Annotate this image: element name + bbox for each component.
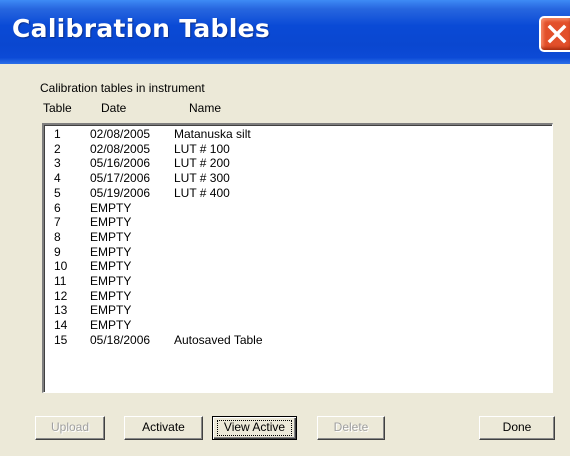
- table-number: 10: [54, 259, 68, 274]
- activate-button[interactable]: Activate: [124, 416, 203, 440]
- table-date: 05/19/2006: [90, 185, 151, 200]
- table-number: 14: [54, 318, 68, 333]
- table-number: 6: [54, 200, 61, 215]
- close-button[interactable]: [539, 16, 570, 52]
- list-item[interactable]: 14 EMPTY: [44, 319, 552, 334]
- list-item[interactable]: 5 05/19/2006 LUT # 400: [44, 185, 552, 202]
- column-header-name: Name: [189, 101, 222, 115]
- table-name: LUT # 100: [174, 141, 230, 156]
- table-number: 7: [54, 215, 61, 230]
- table-date: EMPTY: [90, 288, 132, 303]
- list-item[interactable]: 7 EMPTY: [44, 216, 552, 231]
- table-date: EMPTY: [90, 318, 132, 333]
- done-button[interactable]: Done: [479, 416, 555, 440]
- table-name: Autosaved Table: [174, 332, 263, 347]
- table-number: 1: [54, 127, 61, 141]
- table-name: LUT # 200: [174, 156, 230, 171]
- table-date: EMPTY: [90, 274, 132, 288]
- done-button-label: Done: [502, 420, 532, 434]
- table-date: 02/08/2005: [90, 141, 151, 156]
- upload-button[interactable]: Upload: [35, 416, 105, 440]
- table-number: 13: [54, 303, 68, 318]
- list-item[interactable]: 8 EMPTY: [44, 229, 552, 246]
- table-number: 8: [54, 229, 61, 244]
- delete-button-label: Delete: [333, 420, 369, 434]
- table-name: Matanuska silt: [174, 127, 251, 141]
- list-item[interactable]: 1 02/08/2005 Matanuska silt: [44, 128, 552, 143]
- table-date: EMPTY: [90, 200, 132, 215]
- window-title: Calibration Tables: [12, 14, 271, 43]
- upload-button-label: Upload: [50, 420, 90, 434]
- list-item[interactable]: 4 05/17/2006 LUT # 300: [44, 172, 552, 187]
- view-active-button-label: View Active: [223, 420, 286, 434]
- table-name: LUT # 300: [174, 171, 230, 186]
- table-number: 5: [54, 185, 61, 200]
- list-item[interactable]: 15 05/18/2006 Autosaved Table: [44, 332, 552, 349]
- list-item[interactable]: 11 EMPTY: [44, 275, 552, 290]
- table-number: 9: [54, 244, 61, 259]
- column-header-date: Date: [101, 101, 127, 115]
- table-date: EMPTY: [90, 244, 132, 259]
- table-number: 11: [54, 274, 67, 288]
- table-date: 05/17/2006: [90, 171, 151, 186]
- close-icon: [547, 24, 567, 44]
- activate-button-label: Activate: [142, 420, 185, 434]
- table-date: EMPTY: [90, 259, 132, 274]
- table-date: EMPTY: [90, 229, 132, 244]
- table-name: LUT # 400: [174, 185, 230, 200]
- table-number: 15: [54, 332, 68, 347]
- list-caption: Calibration tables in instrument: [40, 81, 205, 95]
- calibration-table-list[interactable]: 1 02/08/2005 Matanuska silt 2 02/08/2005 LUT …: [42, 123, 553, 393]
- table-date: EMPTY: [90, 303, 132, 318]
- view-active-button[interactable]: View Active: [212, 416, 297, 440]
- title-bar[interactable]: Calibration Tables: [0, 0, 570, 64]
- table-number: 4: [54, 171, 61, 186]
- table-date: 05/18/2006: [90, 332, 151, 347]
- table-number: 12: [54, 288, 68, 303]
- calibration-tables-dialog: Calibration Tables Calibration tables in…: [0, 0, 570, 456]
- table-number: 3: [54, 156, 61, 171]
- table-date: 02/08/2005: [90, 127, 151, 141]
- delete-button[interactable]: Delete: [317, 416, 385, 440]
- table-date: 05/16/2006: [90, 156, 151, 171]
- table-date: EMPTY: [90, 215, 132, 230]
- table-number: 2: [54, 141, 61, 156]
- column-header-table: Table: [43, 101, 72, 115]
